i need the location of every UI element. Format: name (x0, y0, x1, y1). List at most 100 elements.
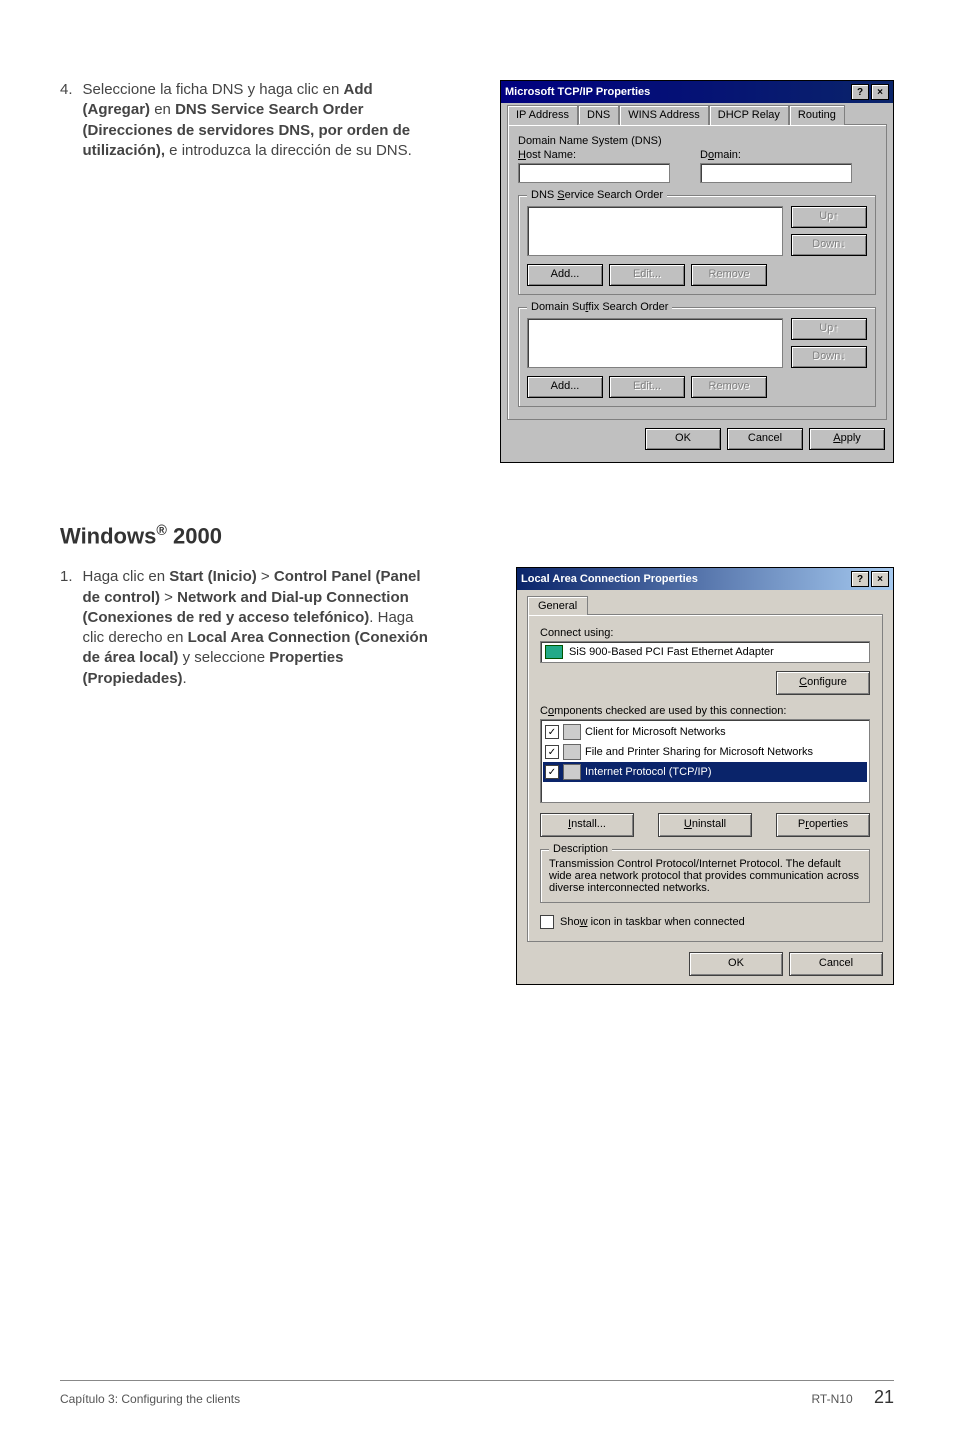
tab-general[interactable]: General (527, 596, 588, 615)
t: 2000 (167, 523, 222, 548)
remove-button-2[interactable]: Remove (691, 376, 767, 398)
domain-suffix-legend: Domain Suffix Search Order (527, 301, 672, 313)
item-1-body: Haga clic en Start (Inicio) > Control Pa… (83, 567, 433, 689)
component-tcpip[interactable]: ✓ Internet Protocol (TCP/IP) (543, 762, 867, 782)
t: Haga clic en (83, 568, 170, 585)
dns-system-label: Domain Name System (DNS) (518, 135, 876, 147)
help-icon[interactable]: ? (851, 84, 869, 100)
tab-ip-address[interactable]: IP Address (507, 105, 578, 125)
t: Routing (798, 109, 836, 121)
item-1-row: 1. Haga clic en Start (Inicio) > Control… (60, 567, 894, 985)
ok-button[interactable]: OK (689, 952, 783, 976)
remove-button[interactable]: Remove (691, 264, 767, 286)
host-name-label: Host Name: (518, 149, 670, 161)
item-1-text: 1. Haga clic en Start (Inicio) > Control… (60, 567, 433, 689)
item-4-body: Seleccione la ficha DNS y haga clic en A… (83, 80, 433, 161)
t: ? (857, 87, 863, 98)
item-4-row: 4. Seleccione la ficha DNS y haga clic e… (60, 80, 894, 463)
down-button-2[interactable]: Down↓ (791, 346, 867, 368)
dns-search-order-legend: DNS Service Search Order (527, 189, 667, 201)
lan-properties-dialog: Local Area Connection Properties ? × Gen… (516, 567, 894, 985)
t: DNS (587, 109, 610, 121)
t: × (877, 574, 883, 585)
up-button[interactable]: Up↑ (791, 206, 867, 228)
item-4-image-col: Microsoft TCP/IP Properties ? × IP Addre… (457, 80, 894, 463)
t: × (877, 87, 883, 98)
edit-button[interactable]: Edit... (609, 264, 685, 286)
protocol-icon (563, 764, 581, 780)
t: Seleccione la ficha DNS y haga clic en (83, 81, 344, 98)
host-name-input[interactable] (518, 163, 670, 183)
adapter-box: SiS 900-Based PCI Fast Ethernet Adapter (540, 641, 870, 663)
general-panel: Connect using: SiS 900-Based PCI Fast Et… (527, 614, 883, 942)
tab-dhcp-relay[interactable]: DHCP Relay (709, 105, 789, 125)
tab-wins[interactable]: WINS Address (619, 105, 709, 125)
checkbox-icon[interactable]: ✓ (545, 745, 559, 759)
dns-search-list[interactable] (527, 206, 783, 256)
components-list[interactable]: ✓ Client for Microsoft Networks ✓ File a… (540, 719, 870, 803)
footer-chapter: Capítulo 3: Configuring the clients (60, 1392, 240, 1406)
dns-panel: Domain Name System (DNS) Host Name: Doma… (507, 124, 887, 420)
t: ? (857, 574, 863, 585)
footer-page-number: 21 (874, 1387, 894, 1407)
properties-button[interactable]: Properties (776, 813, 870, 837)
t: WINS Address (628, 109, 700, 121)
up-button-2[interactable]: Up↑ (791, 318, 867, 340)
t: Internet Protocol (TCP/IP) (585, 766, 712, 778)
add-button-2[interactable]: Add... (527, 376, 603, 398)
show-icon-row[interactable]: Show icon in taskbar when connected (540, 915, 870, 929)
component-client[interactable]: ✓ Client for Microsoft Networks (543, 722, 867, 742)
lan-title: Local Area Connection Properties (521, 573, 698, 585)
t: y seleccione (178, 649, 269, 666)
item-4-text: 4. Seleccione la ficha DNS y haga clic e… (60, 80, 433, 161)
domain-suffix-group: Domain Suffix Search Order Up↑ Down↓ Add… (518, 307, 876, 407)
footer-model: RT-N10 (811, 1392, 852, 1406)
tcpip-title: Microsoft TCP/IP Properties (505, 86, 650, 98)
description-text: Transmission Control Protocol/Internet P… (549, 858, 859, 894)
edit-button-2[interactable]: Edit... (609, 376, 685, 398)
checkbox-icon[interactable]: ✓ (545, 725, 559, 739)
tcpip-tabs: IP Address DNS WINS Address DHCP Relay R… (507, 105, 887, 125)
uninstall-button[interactable]: Uninstall (658, 813, 752, 837)
ok-button[interactable]: OK (645, 428, 721, 450)
description-legend: Description (549, 843, 612, 855)
domain-label: Domain: (700, 149, 852, 161)
windows-2000-heading: Windows® 2000 (60, 523, 894, 549)
connect-using-label: Connect using: (540, 627, 870, 639)
t: Windows (60, 523, 156, 548)
t: e introduzca la dirección de su DNS. (165, 142, 412, 159)
cancel-button[interactable]: Cancel (789, 952, 883, 976)
t: . (183, 670, 187, 687)
item-4-number: 4. (60, 80, 73, 161)
tcpip-titlebar: Microsoft TCP/IP Properties ? × (501, 81, 893, 103)
tab-routing[interactable]: Routing (789, 105, 845, 125)
t: File and Printer Sharing for Microsoft N… (585, 746, 813, 758)
close-icon[interactable]: × (871, 571, 889, 587)
show-icon-label: Show icon in taskbar when connected (560, 916, 745, 928)
tab-dns[interactable]: DNS (578, 105, 619, 125)
dns-search-order-group: DNS Service Search Order Up↑ Down↓ Add..… (518, 195, 876, 295)
configure-button[interactable]: Configure (776, 671, 870, 695)
t: IP Address (516, 109, 569, 121)
help-icon[interactable]: ? (851, 571, 869, 587)
down-button[interactable]: Down↓ (791, 234, 867, 256)
components-label: Components checked are used by this conn… (540, 705, 870, 717)
add-button[interactable]: Add... (527, 264, 603, 286)
install-button[interactable]: Install... (540, 813, 634, 837)
t: Start (Inicio) (169, 568, 257, 585)
t: ® (156, 523, 167, 539)
lan-titlebar: Local Area Connection Properties ? × (517, 568, 893, 590)
domain-input[interactable] (700, 163, 852, 183)
close-icon[interactable]: × (871, 84, 889, 100)
description-group: Description Transmission Control Protoco… (540, 849, 870, 903)
checkbox-icon[interactable] (540, 915, 554, 929)
t: Client for Microsoft Networks (585, 726, 726, 738)
domain-suffix-list[interactable] (527, 318, 783, 368)
service-icon (563, 744, 581, 760)
checkbox-icon[interactable]: ✓ (545, 765, 559, 779)
component-fileprint[interactable]: ✓ File and Printer Sharing for Microsoft… (543, 742, 867, 762)
cancel-button[interactable]: Cancel (727, 428, 803, 450)
t: en (150, 101, 175, 118)
client-icon (563, 724, 581, 740)
apply-button[interactable]: Apply (809, 428, 885, 450)
